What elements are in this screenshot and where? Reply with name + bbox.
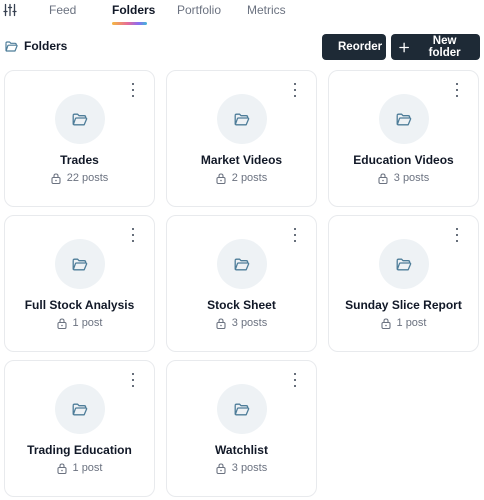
folder-card[interactable]: Education Videos 3 posts	[328, 70, 479, 207]
lock-icon	[51, 172, 61, 184]
lock-icon	[56, 462, 67, 474]
folder-icon-circle	[216, 384, 267, 434]
folder-icon-circle	[54, 94, 105, 144]
tab-bar: Feed Folders Portfolio Metrics	[0, 0, 484, 26]
folder-card[interactable]: Trading Education 1 post	[4, 360, 155, 497]
section-title-group: Folders	[5, 39, 67, 53]
folder-open-icon	[234, 113, 249, 125]
folder-icon-circle	[378, 94, 429, 144]
folder-meta: 2 posts	[167, 172, 316, 184]
folder-name: Market Videos	[200, 153, 283, 167]
section-header: Folders Reorder New folder	[0, 34, 484, 62]
folder-name: Stock Sheet	[207, 298, 276, 312]
folder-icon-circle	[378, 239, 429, 289]
folder-card[interactable]: Watchlist 3 posts	[166, 360, 317, 497]
folder-meta: 3 posts	[167, 462, 316, 474]
new-folder-button[interactable]: New folder	[391, 34, 480, 60]
folder-card[interactable]: Market Videos 2 posts	[166, 70, 317, 207]
folder-meta: 3 posts	[167, 317, 316, 329]
folder-open-icon	[5, 40, 18, 52]
folder-icon-circle	[54, 384, 105, 434]
more-options-icon[interactable]	[128, 83, 138, 97]
plus-icon	[399, 42, 409, 52]
folder-open-icon	[72, 403, 87, 415]
folder-card[interactable]: Sunday Slice Report 1 post	[328, 215, 479, 352]
folder-meta: 1 post	[5, 317, 154, 329]
folder-post-count: 1 post	[72, 317, 103, 329]
tab-portfolio[interactable]: Portfolio	[177, 3, 221, 17]
lock-icon	[380, 317, 391, 329]
folder-meta: 3 posts	[329, 172, 478, 184]
tab-metrics[interactable]: Metrics	[247, 3, 286, 17]
folder-name: Trades	[60, 153, 99, 167]
lock-icon	[216, 462, 226, 474]
folder-open-icon	[72, 258, 87, 270]
more-options-icon[interactable]	[452, 83, 462, 97]
folder-post-count: 2 posts	[231, 172, 268, 184]
filter-sliders-icon[interactable]	[3, 3, 17, 17]
folder-open-icon	[396, 258, 411, 270]
folder-meta: 22 posts	[5, 172, 154, 184]
folder-post-count: 1 post	[396, 317, 427, 329]
more-options-icon[interactable]	[290, 228, 300, 242]
more-options-icon[interactable]	[128, 373, 138, 387]
lock-icon	[216, 172, 226, 184]
lock-icon	[216, 317, 226, 329]
tab-feed[interactable]: Feed	[49, 3, 76, 17]
folder-post-count: 22 posts	[66, 172, 109, 184]
folder-post-count: 3 posts	[231, 317, 268, 329]
folder-meta: 1 post	[5, 462, 154, 474]
reorder-label: Reorder	[338, 41, 383, 53]
folder-open-icon	[234, 258, 249, 270]
folder-card[interactable]: Stock Sheet 3 posts	[166, 215, 317, 352]
folder-post-count: 3 posts	[393, 172, 430, 184]
folder-icon-circle	[216, 239, 267, 289]
folder-icon-circle	[216, 94, 267, 144]
more-options-icon[interactable]	[452, 228, 462, 242]
new-folder-label: New folder	[428, 35, 461, 59]
lock-icon	[378, 172, 388, 184]
folder-open-icon	[396, 113, 411, 125]
folder-name: Full Stock Analysis	[24, 298, 135, 312]
folder-name: Trading Education	[27, 443, 132, 457]
folder-post-count: 1 post	[72, 462, 103, 474]
active-tab-indicator	[112, 22, 147, 25]
lock-icon	[56, 317, 67, 329]
page-title: Folders	[24, 39, 68, 53]
more-options-icon[interactable]	[128, 228, 138, 242]
folder-card[interactable]: Full Stock Analysis 1 post	[4, 215, 155, 352]
folder-name: Watchlist	[215, 443, 268, 457]
folder-open-icon	[234, 403, 249, 415]
folder-post-count: 3 posts	[231, 462, 268, 474]
folder-icon-circle	[54, 239, 105, 289]
folder-name: Sunday Slice Report	[345, 298, 462, 312]
reorder-button[interactable]: Reorder	[322, 34, 386, 60]
tab-folders[interactable]: Folders	[112, 3, 155, 17]
more-options-icon[interactable]	[290, 373, 300, 387]
folder-open-icon	[72, 113, 87, 125]
more-options-icon[interactable]	[290, 83, 300, 97]
folder-meta: 1 post	[329, 317, 478, 329]
folder-card[interactable]: Trades 22 posts	[4, 70, 155, 207]
folder-name: Education Videos	[353, 153, 454, 167]
